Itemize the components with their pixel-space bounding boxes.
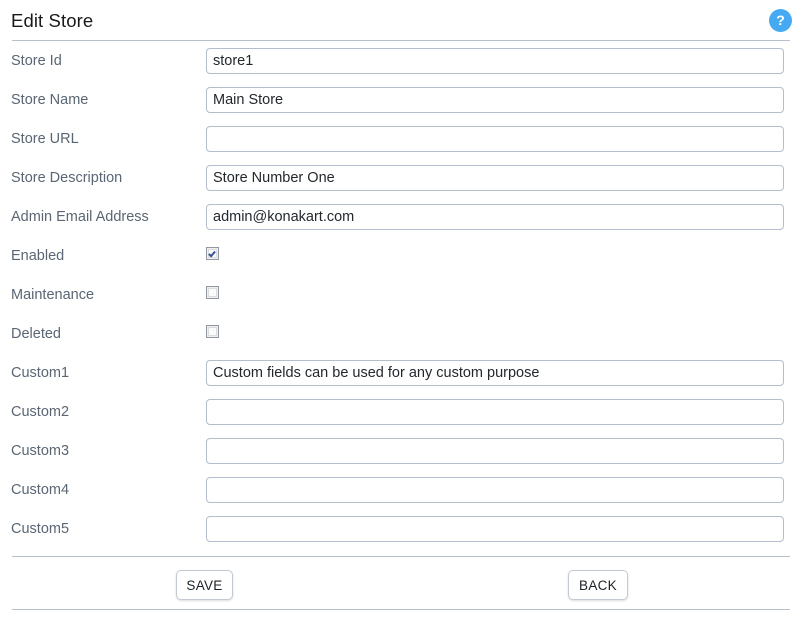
field-wrapper-custom3: [206, 437, 784, 464]
label-deleted: Deleted: [11, 325, 61, 342]
label-maintenance: Maintenance: [11, 286, 95, 303]
form-row-store-name: Store Name: [0, 80, 802, 119]
form-row-enabled: Enabled: [0, 236, 802, 275]
label-store-id: Store Id: [11, 52, 62, 69]
form-row-custom3: Custom3: [0, 431, 802, 470]
label-store-name: Store Name: [11, 91, 89, 108]
input-admin-email-address[interactable]: [206, 203, 784, 230]
field-wrapper-store-id: [206, 47, 784, 74]
footer-top-divider: [12, 556, 790, 557]
field-wrapper-store-url: [206, 125, 784, 152]
field-wrapper-store-name: [206, 86, 784, 113]
label-custom4: Custom4: [11, 481, 70, 498]
field-wrapper-custom2: [206, 398, 784, 425]
form-row-custom5: Custom5: [0, 509, 802, 548]
form-row-admin-email-address: Admin Email Address: [0, 197, 802, 236]
input-store-description[interactable]: [206, 164, 784, 191]
field-wrapper-custom4: [206, 476, 784, 503]
checkbox-enabled[interactable]: [206, 246, 219, 260]
input-store-name[interactable]: [206, 86, 784, 113]
page-header: Edit Store ?: [0, 0, 802, 40]
edit-store-page: Edit Store ? Store Id Store Name Store URL…: [0, 0, 802, 622]
field-wrapper-store-description: [206, 164, 784, 191]
field-wrapper-custom5: [206, 515, 784, 542]
input-store-id[interactable]: [206, 47, 784, 74]
back-button[interactable]: BACK: [568, 570, 628, 600]
label-store-url: Store URL: [11, 130, 79, 147]
form-row-custom1: Custom1: [0, 353, 802, 392]
input-custom2[interactable]: [206, 398, 784, 425]
label-custom3: Custom3: [11, 442, 70, 459]
form-row-deleted: Deleted: [0, 314, 802, 353]
help-circle-icon[interactable]: ?: [769, 9, 792, 32]
edit-store-form: Store Id Store Name Store URL Store Descrip…: [0, 41, 802, 548]
label-custom2: Custom2: [11, 403, 70, 420]
label-store-description: Store Description: [11, 169, 123, 186]
input-custom1[interactable]: [206, 359, 784, 386]
form-row-store-url: Store URL: [0, 119, 802, 158]
checkbox-deleted[interactable]: [206, 324, 219, 338]
input-custom3[interactable]: [206, 437, 784, 464]
field-wrapper-deleted: [206, 324, 219, 343]
field-wrapper-custom1: [206, 359, 784, 386]
label-enabled: Enabled: [11, 247, 65, 264]
help-icon-glyph: ?: [776, 12, 785, 28]
label-custom5: Custom5: [11, 520, 70, 537]
checkbox-maintenance[interactable]: [206, 285, 219, 299]
page-title: Edit Store: [11, 10, 94, 31]
input-store-url[interactable]: [206, 125, 784, 152]
input-custom4[interactable]: [206, 476, 784, 503]
field-wrapper-maintenance: [206, 285, 219, 304]
field-wrapper-enabled: [206, 246, 219, 265]
form-row-custom4: Custom4: [0, 470, 802, 509]
field-wrapper-admin-email-address: [206, 203, 784, 230]
form-row-maintenance: Maintenance: [0, 275, 802, 314]
form-row-store-description: Store Description: [0, 158, 802, 197]
save-button[interactable]: SAVE: [176, 570, 233, 600]
footer-bottom-divider: [12, 609, 790, 610]
label-custom1: Custom1: [11, 364, 70, 381]
label-admin-email-address: Admin Email Address: [11, 208, 149, 225]
input-custom5[interactable]: [206, 515, 784, 542]
form-row-custom2: Custom2: [0, 392, 802, 431]
form-row-store-id: Store Id: [0, 41, 802, 80]
